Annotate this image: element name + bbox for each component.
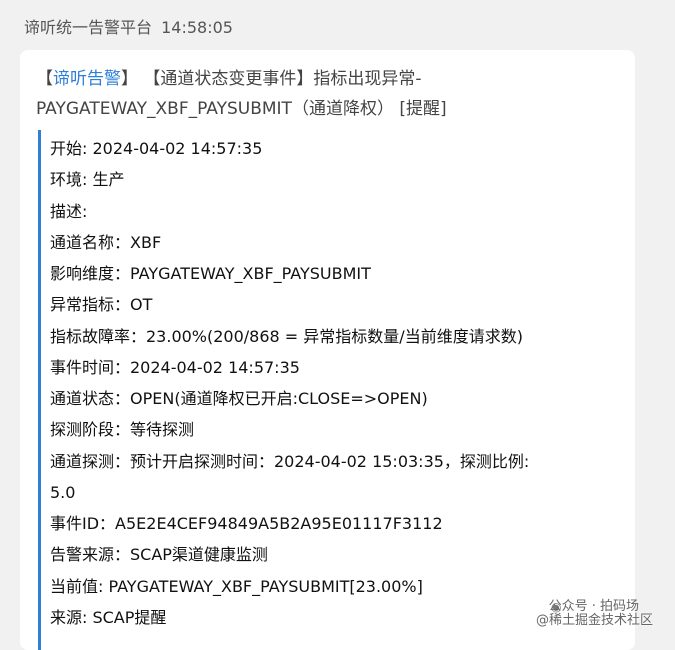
message-header: 谛听统一告警平台 14:58:05 — [24, 14, 233, 38]
detail-env: 环境: 生产 — [50, 170, 125, 190]
detail-metric: 异常指标：OT — [50, 295, 153, 315]
alert-title: 【谛听告警】 【通道状态变更事件】指标出现异常- PAYGATEWAY_XBF_… — [36, 64, 626, 124]
alert-title-line-2: PAYGATEWAY_XBF_PAYSUBMIT（通道降权） [提醒] — [36, 99, 447, 119]
watermark-community: @稀土掘金技术社区 — [535, 613, 653, 628]
quote-bar — [38, 130, 41, 650]
alert-brand-link[interactable]: 谛听告警 — [53, 69, 121, 89]
detail-probe: 通道探测：预计开启探测时间：2024-04-02 15:03:35，探测比例: — [50, 451, 530, 471]
detail-dimension: 影响维度：PAYGATEWAY_XBF_PAYSUBMIT — [50, 264, 371, 283]
message-time: 14:58:05 — [161, 18, 233, 37]
detail-event-id: 事件ID：A5E2E4CEF94849A5B2A95E01117F3112 — [50, 514, 443, 533]
detail-probe-ratio: 5.0 — [50, 482, 76, 502]
alert-details: 开始: 2024-04-02 14:57:35 环境: 生产 描述: 通道名称：… — [50, 133, 620, 633]
detail-current-value: 当前值: PAYGATEWAY_XBF_PAYSUBMIT[23.00%] — [50, 576, 423, 596]
title-bracket: 【 — [36, 69, 53, 89]
detail-channel-status: 通道状态：OPEN(通道降权已开启:CLOSE=>OPEN) — [50, 389, 428, 408]
sender-name: 谛听统一告警平台 — [24, 18, 153, 37]
detail-probe-stage: 探测阶段：等待探测 — [50, 420, 195, 440]
alert-title-line-1: 【谛听告警】 【通道状态变更事件】指标出现异常- — [36, 64, 626, 94]
detail-start: 开始: 2024-04-02 14:57:35 — [50, 139, 263, 158]
detail-channel-name: 通道名称：XBF — [50, 232, 162, 252]
detail-source: 来源: SCAP提醒 — [50, 607, 167, 627]
detail-event-time: 事件时间：2024-04-02 14:57:35 — [50, 357, 300, 377]
detail-description: 描述: — [50, 201, 88, 221]
alert-title-text: 】 【通道状态变更事件】指标出现异常- — [121, 69, 422, 89]
detail-alert-source: 告警来源：SCAP渠道健康监测 — [50, 545, 268, 565]
detail-failure-rate: 指标故障率：23.00%(200/868 = 异常指标数量/当前维度请求数) — [50, 326, 523, 346]
